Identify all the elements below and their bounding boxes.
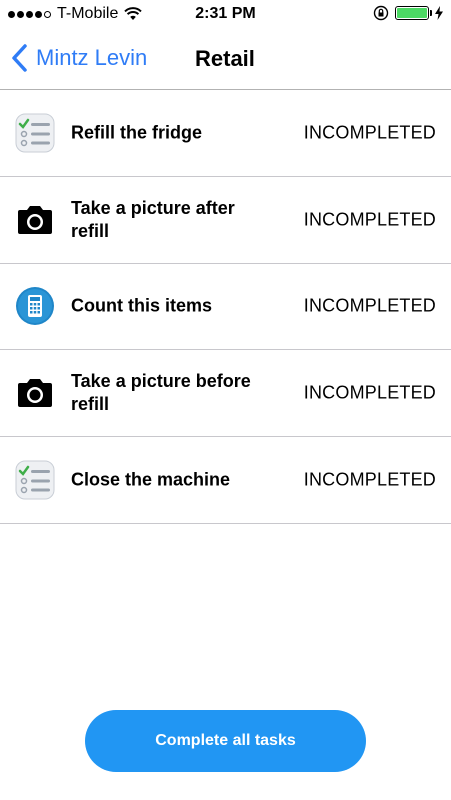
back-button[interactable]: Mintz Levin	[10, 43, 147, 73]
app-screen: T-Mobile 2:31 PM Mintz Levin Retail Refi…	[0, 0, 451, 800]
status-bar: T-Mobile 2:31 PM	[0, 0, 451, 28]
checklist-icon	[15, 460, 55, 500]
camera-icon	[18, 379, 52, 408]
camera-icon	[18, 205, 52, 234]
task-title: Take a picture before refill	[71, 371, 251, 415]
task-title: Close the machine	[71, 469, 231, 490]
task-status: INCOMPLETED	[303, 469, 436, 490]
battery-cap	[430, 10, 432, 16]
task-status: INCOMPLETED	[303, 295, 436, 316]
task-row[interactable]: Take a picture after refill INCOMPLETED	[0, 177, 451, 264]
battery-icon	[395, 6, 432, 20]
task-list: Refill the fridge INCOMPLETED Take a pic…	[0, 90, 451, 524]
complete-all-tasks-button[interactable]: Complete all tasks	[85, 710, 366, 772]
task-row[interactable]: Count this items INCOMPLETED	[0, 264, 451, 351]
checklist-icon	[15, 113, 55, 153]
task-row[interactable]: Take a picture before refill INCOMPLETED	[0, 350, 451, 437]
task-title: Take a picture after refill	[71, 197, 235, 241]
back-button-label: Mintz Levin	[36, 45, 148, 70]
task-title: Count this items	[71, 295, 213, 316]
chevron-left-icon	[12, 44, 27, 72]
task-row[interactable]: Refill the fridge INCOMPLETED	[0, 90, 451, 177]
status-right	[373, 5, 443, 21]
calculator-icon	[16, 287, 54, 326]
navigation-bar: Mintz Levin Retail	[0, 28, 451, 90]
page-title: Retail	[195, 46, 255, 71]
charging-icon	[435, 6, 443, 20]
task-row[interactable]: Close the machine INCOMPLETED	[0, 437, 451, 524]
task-status: INCOMPLETED	[303, 382, 436, 403]
task-status: INCOMPLETED	[303, 122, 436, 143]
task-title: Refill the fridge	[71, 122, 203, 143]
battery-fill	[397, 8, 427, 18]
rotation-lock-icon	[373, 5, 389, 21]
task-status: INCOMPLETED	[303, 209, 436, 230]
